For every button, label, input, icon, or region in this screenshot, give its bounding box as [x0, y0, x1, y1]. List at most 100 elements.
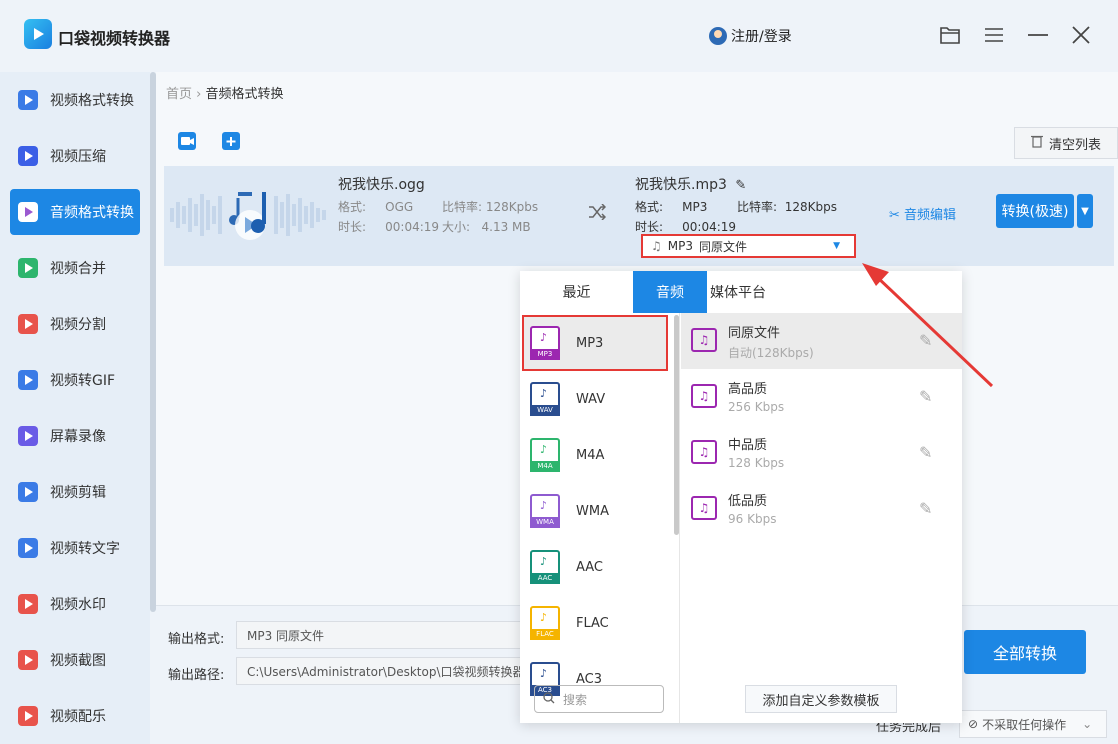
audio-thumbnail — [168, 180, 328, 250]
sidebar-item-2[interactable]: 音频格式转换 — [10, 189, 140, 235]
convert-button[interactable]: 转换(极速) — [996, 194, 1074, 228]
tab-media-platform[interactable]: 媒体平台 — [707, 271, 769, 313]
sidebar-item-label: 视频水印 — [50, 597, 106, 613]
quality-item[interactable]: ♫ 同原文件 自动(128Kbps) ✎ — [681, 313, 962, 369]
source-format: 格式: OGG — [338, 200, 414, 214]
sidebar-item-9[interactable]: 视频水印 — [10, 581, 140, 627]
convert-all-button[interactable]: 全部转换 — [964, 630, 1086, 674]
format-list: ♪ MP3 MP3 ♪ WAV WAV ♪ M4A M4A ♪ WMA WMA ♪ AAC AAC ♪ FLAC… — [520, 313, 680, 723]
target-format: 格式: MP3 — [635, 200, 708, 214]
convert-dropdown-caret-icon[interactable]: ▼ — [1077, 194, 1093, 228]
format-list-scrollbar[interactable] — [674, 315, 679, 535]
quality-name: 同原文件 — [728, 326, 781, 341]
clear-list-button[interactable]: 清空列表 — [1014, 127, 1118, 159]
sidebar-item-icon — [18, 90, 38, 110]
format-item-m4a[interactable]: ♪ M4A M4A — [522, 427, 668, 483]
add-custom-template-button[interactable]: 添加自定义参数模板 — [745, 685, 897, 713]
sidebar-item-label: 视频分割 — [50, 317, 106, 333]
login-label: 注册/登录 — [731, 29, 792, 45]
sidebar-item-3[interactable]: 视频合并 — [10, 245, 140, 291]
add-video-icon[interactable] — [178, 132, 196, 150]
tab-recent[interactable]: 最近 — [520, 271, 633, 313]
avatar-icon — [709, 27, 727, 45]
chevron-down-icon: ▼ — [833, 241, 840, 251]
menu-icon[interactable] — [981, 22, 1007, 48]
format-select-quality: 同原文件 — [699, 239, 748, 254]
output-path-field[interactable]: C:\Users\Administrator\Desktop\口袋视频转换器 — [236, 657, 526, 685]
shuffle-icon — [588, 203, 607, 225]
sidebar-item-8[interactable]: 视频转文字 — [10, 525, 140, 571]
sidebar-item-icon — [18, 426, 38, 446]
app-logo-icon — [24, 19, 52, 49]
breadcrumb-separator: › — [196, 87, 202, 102]
sidebar-item-0[interactable]: 视频格式转换 — [10, 77, 140, 123]
format-item-flac[interactable]: ♪ FLAC FLAC — [522, 595, 668, 651]
minimize-icon[interactable] — [1025, 22, 1051, 48]
quality-bitrate: 自动(128Kbps) — [728, 346, 814, 360]
format-select[interactable]: ♫ MP3 同原文件 ▼ — [641, 234, 856, 258]
sidebar-item-label: 视频截图 — [50, 653, 106, 669]
sidebar-item-icon — [18, 650, 38, 670]
format-item-wav[interactable]: ♪ WAV WAV — [522, 371, 668, 427]
output-format-field[interactable]: MP3 同原文件 — [236, 621, 526, 649]
tab-audio[interactable]: 音频 — [633, 271, 707, 313]
breadcrumb-home[interactable]: 首页 — [166, 87, 192, 102]
format-item-mp3[interactable]: ♪ MP3 MP3 — [522, 315, 668, 371]
sidebar-item-label: 屏幕录像 — [50, 429, 106, 445]
music-note-icon: ♫ — [691, 384, 717, 408]
quality-name: 高品质 — [728, 382, 768, 397]
close-icon[interactable] — [1068, 22, 1094, 48]
source-bitrate: 比特率: 128Kpbs — [442, 200, 539, 214]
format-item-label: WAV — [576, 391, 606, 407]
target-filename: 祝我快乐.mp3 ✎ — [635, 177, 747, 193]
search-input[interactable]: 搜索 — [534, 685, 664, 713]
sidebar-item-icon — [18, 482, 38, 502]
sidebar-item-11[interactable]: 视频配乐 — [10, 693, 140, 739]
sidebar-item-label: 视频合并 — [50, 261, 106, 277]
task-done-select[interactable]: ⊘ 不采取任何操作 ⌄ — [959, 710, 1107, 738]
sidebar-item-label: 视频转GIF — [50, 373, 116, 389]
audio-edit-link[interactable]: ✂ 音频编辑 — [889, 204, 956, 223]
quality-item[interactable]: ♫ 中品质 128 Kbps ✎ — [681, 425, 962, 481]
login-link[interactable]: 注册/登录 — [709, 26, 792, 46]
format-item-aac[interactable]: ♪ AAC AAC — [522, 539, 668, 595]
sidebar-item-icon — [18, 706, 38, 726]
format-popup: 最近 音频 媒体平台 ♪ MP3 MP3 ♪ WAV WAV ♪ M4A M4A ♪ WMA WMA ♪… — [520, 271, 962, 723]
edit-icon[interactable]: ✎ — [919, 443, 932, 462]
target-duration: 时长: 00:04:19 — [635, 220, 737, 234]
output-path-label: 输出路径: — [168, 668, 225, 683]
audio-file-icon: ♪ FLAC — [530, 606, 560, 640]
sidebar-item-icon — [18, 202, 38, 222]
sidebar-item-label: 音频格式转换 — [50, 205, 134, 221]
title-bar: 口袋视频转换器 注册/登录 — [0, 0, 1118, 72]
edit-icon[interactable]: ✎ — [919, 499, 932, 518]
music-note-icon: ♫ — [691, 440, 717, 464]
format-item-label: M4A — [576, 447, 605, 463]
sidebar-item-5[interactable]: 视频转GIF — [10, 357, 140, 403]
rename-pencil-icon[interactable]: ✎ — [735, 178, 746, 193]
sidebar-item-6[interactable]: 屏幕录像 — [10, 413, 140, 459]
source-filename: 祝我快乐.ogg — [338, 177, 425, 193]
sidebar-item-4[interactable]: 视频分割 — [10, 301, 140, 347]
quality-name: 低品质 — [728, 494, 768, 509]
add-folder-icon[interactable] — [222, 132, 240, 150]
quality-item[interactable]: ♫ 低品质 96 Kbps ✎ — [681, 481, 962, 537]
format-item-wma[interactable]: ♪ WMA WMA — [522, 483, 668, 539]
quality-item[interactable]: ♫ 高品质 256 Kbps ✎ — [681, 369, 962, 425]
source-size: 大小: 4.13 MB — [442, 220, 531, 234]
audio-file-icon: ♪ WMA — [530, 494, 560, 528]
edit-icon[interactable]: ✎ — [919, 331, 932, 350]
sidebar-item-10[interactable]: 视频截图 — [10, 637, 140, 683]
sidebar-item-label: 视频格式转换 — [50, 93, 134, 109]
sidebar-item-1[interactable]: 视频压缩 — [10, 133, 140, 179]
format-item-label: FLAC — [576, 615, 609, 631]
sidebar-item-label: 视频转文字 — [50, 541, 120, 557]
source-duration: 时长: 00:04:19 — [338, 220, 440, 234]
folder-icon[interactable] — [937, 22, 963, 48]
breadcrumb-current: 音频格式转换 — [205, 87, 284, 102]
sidebar-item-icon — [18, 314, 38, 334]
sidebar-item-7[interactable]: 视频剪辑 — [10, 469, 140, 515]
output-format-label: 输出格式: — [168, 632, 225, 647]
music-note-icon: ♫ — [691, 496, 717, 520]
edit-icon[interactable]: ✎ — [919, 387, 932, 406]
